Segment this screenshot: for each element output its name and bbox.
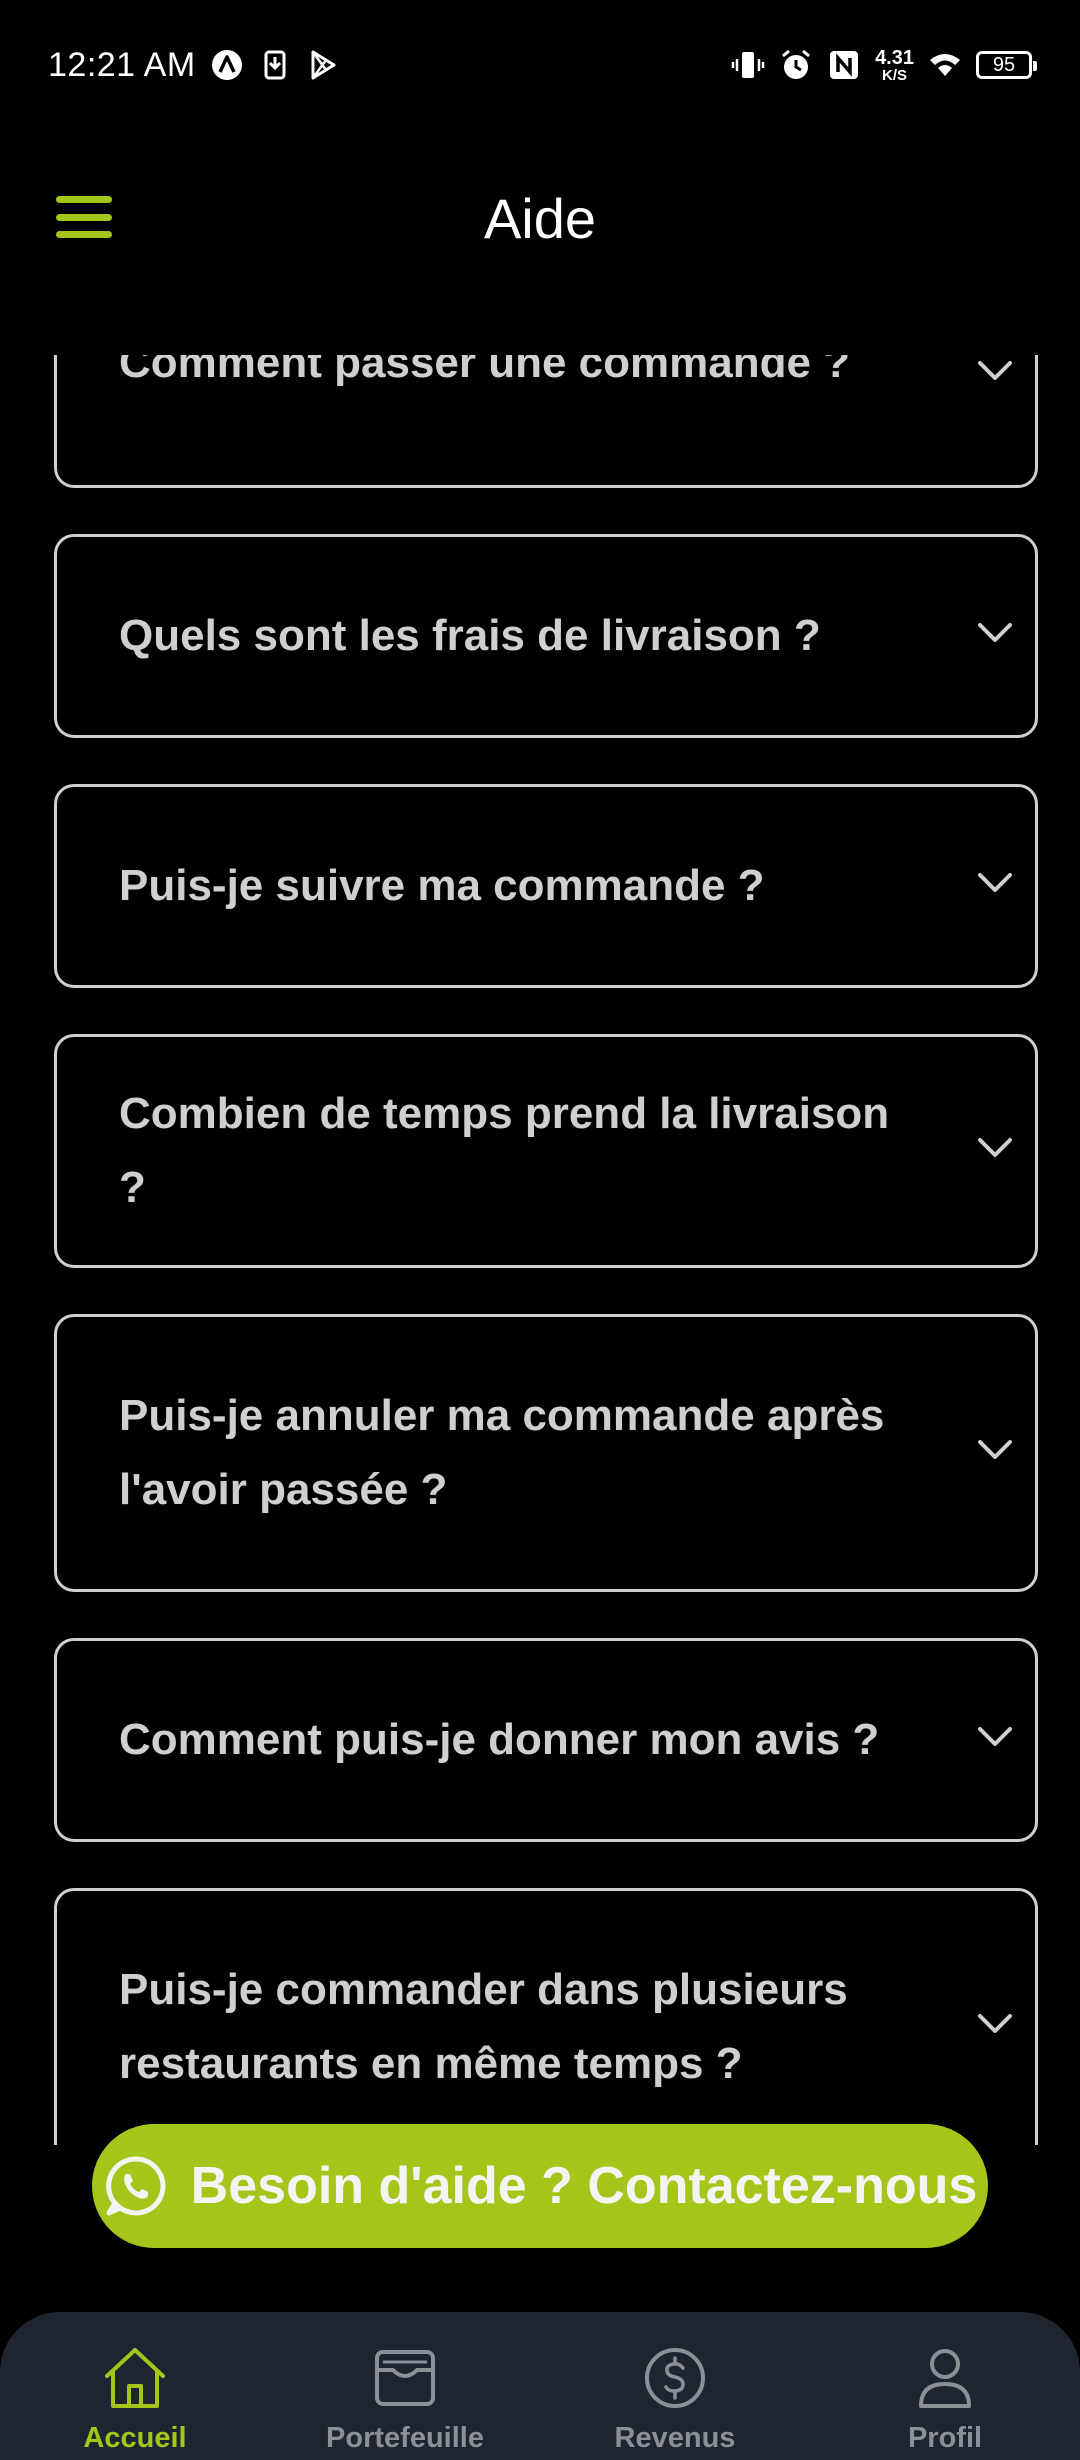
chevron-down-icon[interactable] [977,1137,1013,1159]
battery-level: 95 [992,53,1016,76]
page-title: Aide [483,187,597,250]
contact-us-button[interactable]: Besoin d'aide ? Contactez-nous [92,2124,988,2248]
faq-item[interactable]: Puis-je annuler ma commande après l'avoi… [54,1314,1038,1592]
faq-viewport[interactable]: Comment passer une commande ? Quels sont… [0,355,1080,2145]
chevron-down-icon[interactable] [977,872,1013,894]
faq-question: Puis-je suivre ma commande ? [119,861,765,910]
nav-label-profil: Profil [907,2422,983,2454]
status-bar: 12:21 AM 4.31 K/S 95 [0,0,1080,130]
profile-icon [919,2349,971,2408]
vibrate-icon [731,52,765,78]
nfc-icon [830,51,859,79]
nav-item-portefeuille[interactable]: Portefeuille [270,2312,540,2455]
faq-item[interactable]: Puis-je suivre ma commande ? [54,784,1038,988]
faq-question: Puis-je annuler ma commande après l'avoi… [119,1391,885,1514]
nav-item-accueil[interactable]: Accueil [0,2312,270,2455]
dollar-icon [645,2348,705,2408]
wallet-icon [375,2350,435,2406]
battery-indicator: 95 [976,51,1037,79]
chevron-down-icon[interactable] [977,1726,1013,1748]
app-header: Aide [0,150,1080,290]
faq-item[interactable]: Puis-je commander dans plusieurs restaur… [54,1888,1038,2145]
chevron-down-icon[interactable] [977,2013,1013,2035]
wifi-icon [930,54,960,76]
nav-item-profil[interactable]: Profil [810,2312,1080,2455]
faq-question: Comment passer une commande ? [119,355,851,387]
network-speed: 4.31 K/S [875,48,914,83]
alarm-icon [782,49,811,79]
chevron-down-icon[interactable] [977,360,1013,382]
faq-item[interactable]: Combien de temps prend la livraison ? [54,1034,1038,1268]
faq-question: Combien de temps prend la livraison ? [119,1089,890,1212]
faq-item[interactable]: Comment puis-je donner mon avis ? [54,1638,1038,1842]
app-a-icon [211,50,242,80]
nav-item-revenus[interactable]: Revenus [540,2312,810,2455]
bottom-navigation: Accueil Portefeuille Revenus Profil [0,2312,1080,2460]
home-icon [105,2348,165,2408]
contact-us-label: Besoin d'aide ? Contactez-nous [190,2157,978,2215]
status-time: 12:21 AM [48,45,196,84]
status-right: 4.31 K/S 95 [731,48,1037,83]
faq-list: Comment passer une commande ? Quels sont… [54,355,1038,2145]
download-icon [264,50,286,80]
faq-item[interactable]: Comment passer une commande ? [54,355,1038,488]
whatsapp-icon [105,2156,166,2216]
chevron-down-icon[interactable] [977,1439,1013,1461]
nav-label-portefeuille: Portefeuille [326,2422,484,2454]
faq-question: Comment puis-je donner mon avis ? [119,1715,880,1764]
play-store-icon [311,50,336,80]
nav-label-revenus: Revenus [614,2422,736,2454]
status-left: 12:21 AM [48,46,340,85]
nav-label-accueil: Accueil [83,2422,187,2454]
faq-question: Puis-je commander dans plusieurs restaur… [119,1965,848,2088]
network-speed-value: 4.31 [875,46,914,69]
faq-item[interactable]: Quels sont les frais de livraison ? [54,534,1038,738]
faq-question: Quels sont les frais de livraison ? [119,611,821,660]
chevron-down-icon[interactable] [977,622,1013,644]
network-speed-unit: K/S [882,66,908,84]
